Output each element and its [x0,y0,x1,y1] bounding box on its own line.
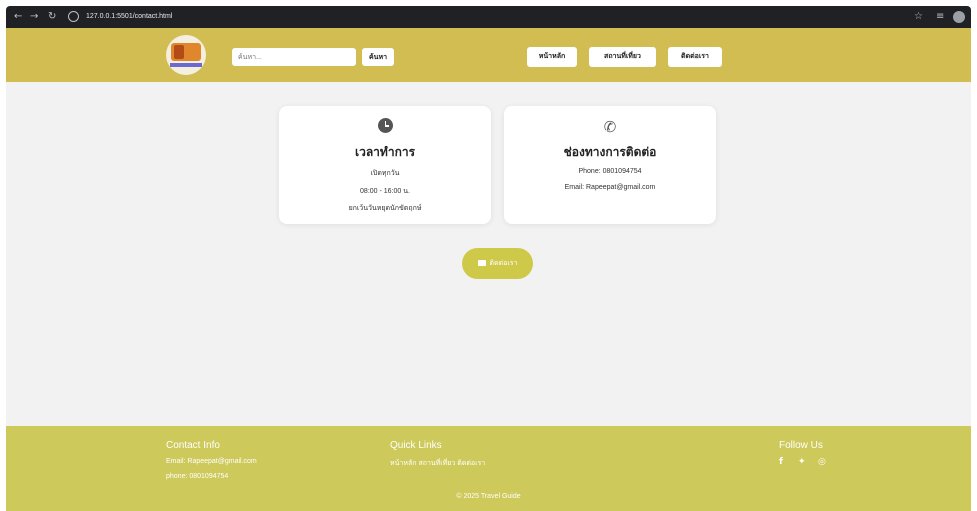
address-bar[interactable]: 127.0.0.1:5501/contact.html [86,6,172,28]
footer-email: Email: Rapeepat@gmail.com [166,458,257,465]
contact-email: Email: Rapeepat@gmail.com [564,184,656,191]
clock-icon [279,118,491,137]
contact-title: ช่องทางการติดต่อ [563,145,657,159]
hours-title: เวลาทำการ [354,145,416,159]
logo-graphic-detail [174,45,184,59]
logo-banner [170,63,202,67]
hours-line: 08:00 - 16:00 น. [360,188,410,195]
nav-places[interactable]: สถานที่เที่ยว [589,47,656,67]
mail-icon [477,260,486,266]
forward-icon[interactable]: → [30,6,38,28]
footer-contact-heading: Contact Info [166,440,220,451]
nav-home[interactable]: หน้าหลัก [527,47,577,67]
back-icon[interactable]: ← [14,6,22,28]
footer-copyright: © 2025 Travel Guide [456,493,521,500]
contact-us-label: ติดต่อเรา [489,260,518,267]
browser-toolbar: ← → ↻ 127.0.0.1:5501/contact.html ☆ ≡ [6,6,971,28]
contact-phone: Phone: 0801094754 [578,168,642,175]
site-logo[interactable] [166,35,206,75]
hours-line: เปิดทุกวัน [370,170,400,177]
main-content: เวลาทำการ เปิดทุกวัน 08:00 - 16:00 น. ยก… [6,82,971,426]
phone-icon: ✆ [603,119,617,136]
nav-contact[interactable]: ติดต่อเรา [668,47,722,67]
reload-icon[interactable]: ↻ [48,6,56,28]
site-footer: Contact Info Email: Rapeepat@gmail.com p… [6,426,971,511]
bookmark-star-icon[interactable]: ☆ [914,6,923,28]
browser-window: ← → ↻ 127.0.0.1:5501/contact.html ☆ ≡ [0,0,977,28]
footer-link-contact[interactable]: ติดต่อเรา [457,460,485,467]
footer-phone: phone: 0801094754 [166,473,229,480]
footer-quick-links: หน้าหลัก สถานที่เที่ยว ติดต่อเรา [390,458,485,469]
search-input[interactable] [232,48,356,66]
facebook-icon[interactable]: f [779,457,783,467]
search-button[interactable]: ค้นหา [362,48,394,66]
contact-us-button[interactable]: ติดต่อเรา [462,248,533,279]
footer-link-home[interactable]: หน้าหลัก [390,460,416,467]
footer-quick-links-heading: Quick Links [390,440,442,451]
footer-follow-heading: Follow Us [779,440,823,451]
instagram-icon[interactable]: ◎ [818,457,826,467]
profile-avatar[interactable] [953,11,965,23]
footer-link-places[interactable]: สถานที่เที่ยว [418,460,455,467]
site-info-icon[interactable] [68,11,79,22]
hours-card: เวลาทำการ เปิดทุกวัน 08:00 - 16:00 น. ยก… [279,106,491,224]
twitter-icon[interactable]: ✦ [798,457,806,467]
hours-line: ยกเว้นวันหยุดนักขัตฤกษ์ [348,205,422,212]
site-header: ค้นหา หน้าหลัก สถานที่เที่ยว ติดต่อเรา [6,28,971,82]
extensions-icon[interactable]: ≡ [936,6,944,28]
contact-card: ✆ ช่องทางการติดต่อ Phone: 0801094754 Ema… [504,106,716,224]
